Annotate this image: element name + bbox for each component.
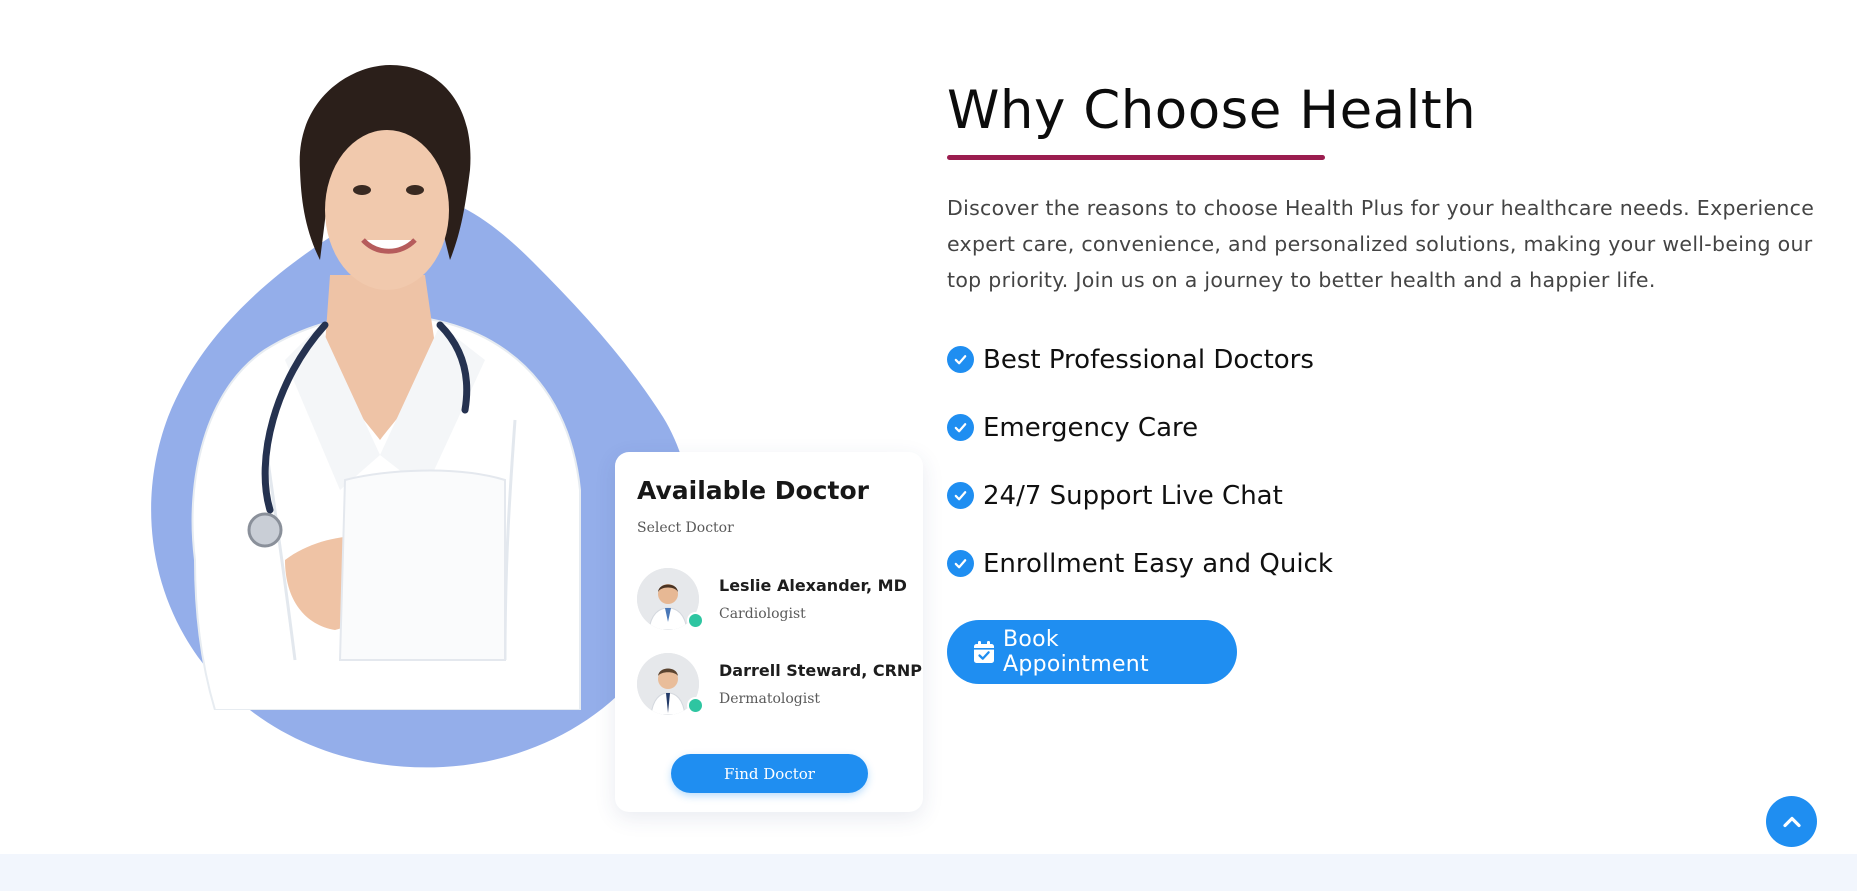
feature-list: Best Professional Doctors Emergency Care… bbox=[947, 338, 1847, 586]
check-circle-icon bbox=[947, 482, 974, 510]
feature-item: Best Professional Doctors bbox=[947, 338, 1847, 382]
feature-item: Enrollment Easy and Quick bbox=[947, 542, 1847, 586]
feature-label: Best Professional Doctors bbox=[983, 344, 1314, 375]
feature-item: 24/7 Support Live Chat bbox=[947, 474, 1847, 518]
hero-illustration: Available Doctor Select Doctor Leslie Al… bbox=[125, 60, 923, 812]
doctor-name: Leslie Alexander, MD bbox=[719, 576, 907, 595]
section-intro: Discover the reasons to choose Health Pl… bbox=[947, 195, 1815, 292]
next-section-band bbox=[0, 854, 1857, 891]
doctor-list-item[interactable]: Leslie Alexander, MD Cardiologist bbox=[637, 568, 917, 634]
calendar-check-icon bbox=[974, 640, 994, 663]
book-appointment-label: Book Appointment bbox=[1003, 626, 1149, 677]
check-circle-icon bbox=[947, 414, 974, 442]
online-status-dot bbox=[687, 612, 704, 629]
check-circle-icon bbox=[947, 346, 974, 374]
scroll-to-top-button[interactable] bbox=[1766, 796, 1817, 847]
doctor-specialty: Cardiologist bbox=[719, 606, 806, 622]
feature-label: Enrollment Easy and Quick bbox=[983, 548, 1333, 579]
chevron-up-icon bbox=[1782, 816, 1801, 827]
doctor-list-item[interactable]: Darrell Steward, CRNP Dermatologist bbox=[637, 653, 922, 719]
find-doctor-button[interactable]: Find Doctor bbox=[671, 754, 868, 793]
section-title: Why Choose Health bbox=[947, 80, 1477, 141]
doctor-photo bbox=[191, 65, 581, 710]
title-underline bbox=[947, 154, 1325, 160]
doctor-name: Darrell Steward, CRNP bbox=[719, 661, 923, 680]
why-choose-section: Why Choose Health Discover the reasons t… bbox=[947, 80, 1847, 684]
feature-item: Emergency Care bbox=[947, 406, 1847, 450]
doctor-specialty: Dermatologist bbox=[719, 691, 821, 707]
card-title: Available Doctor bbox=[637, 476, 869, 505]
card-subtitle: Select Doctor bbox=[637, 520, 734, 536]
book-appointment-button[interactable]: Book Appointment bbox=[947, 619, 1237, 684]
check-circle-icon bbox=[947, 550, 974, 578]
feature-label: Emergency Care bbox=[983, 412, 1199, 443]
feature-label: 24/7 Support Live Chat bbox=[983, 480, 1283, 511]
online-status-dot bbox=[687, 697, 704, 714]
available-doctor-card: Available Doctor Select Doctor Leslie Al… bbox=[615, 452, 923, 812]
